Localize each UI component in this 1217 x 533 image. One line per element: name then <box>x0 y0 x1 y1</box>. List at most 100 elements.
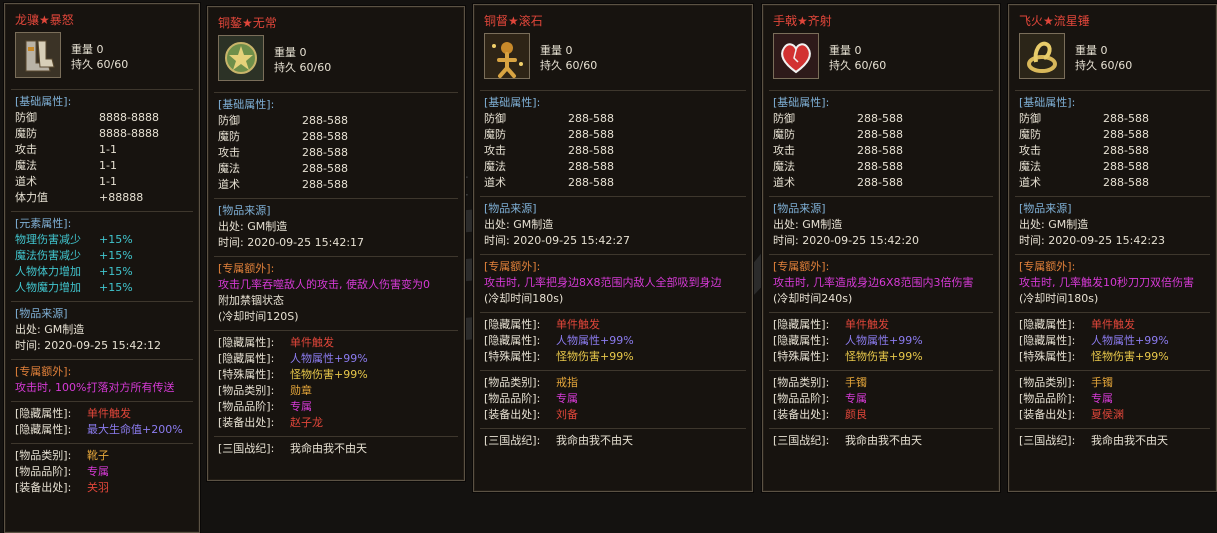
durability-stat: 持久 60/60 <box>1075 59 1133 72</box>
durability-stat: 持久 60/60 <box>71 58 129 71</box>
attr-value: 288-588 <box>302 114 348 127</box>
divider <box>1015 428 1210 429</box>
attr-row: 魔法 1-1 <box>15 158 189 174</box>
hidden-row: [隐藏属性]: 人物属性+99% <box>218 351 454 367</box>
info-label: [装备出处]: <box>484 408 541 421</box>
extra-text: 攻击几率吞噬敌人的攻击, 使敌人伤害变为0 <box>218 278 430 291</box>
element-name: 物理伤害减少 <box>15 233 81 246</box>
info-row: [装备出处]: 夏侯渊 <box>1019 407 1206 423</box>
attr-name: 道术 <box>218 178 240 191</box>
attr-row: 魔防 8888-8888 <box>15 126 189 142</box>
weight-stat: 重量 0 <box>274 46 307 59</box>
hidden-label: [特殊属性]: <box>773 350 830 363</box>
divider <box>214 198 458 199</box>
attr-row: 防御 288-588 <box>218 113 454 129</box>
attr-name: 魔法 <box>15 159 37 172</box>
info-value: 戒指 <box>556 376 578 389</box>
hidden-value: 单件触发 <box>1091 318 1135 331</box>
element-value: +15% <box>99 249 133 262</box>
info-value: 勋章 <box>290 384 312 397</box>
attr-name: 魔防 <box>484 128 506 141</box>
extra-label: [专属额外]: <box>1019 260 1076 273</box>
weight-stat: 重量 0 <box>540 44 573 57</box>
attr-value: 288-588 <box>857 144 903 157</box>
extra-label: [专属额外]: <box>773 260 830 273</box>
origin-text: 出处: GM制造 <box>484 218 554 231</box>
element-name: 人物体力增加 <box>15 265 81 278</box>
base-attr-label: [基础属性]: <box>15 95 72 108</box>
attr-row: 防御 288-588 <box>484 111 742 127</box>
divider <box>1015 312 1210 313</box>
weight-stat: 重量 0 <box>71 43 104 56</box>
divider <box>214 92 458 93</box>
divider <box>11 401 193 402</box>
attr-value: +88888 <box>99 191 144 204</box>
info-label: [物品品阶]: <box>15 465 72 478</box>
attr-name: 攻击 <box>1019 144 1041 157</box>
origin-text: 出处: GM制造 <box>1019 218 1089 231</box>
divider <box>214 330 458 331</box>
attr-value: 288-588 <box>1103 144 1149 157</box>
hidden-label: [隐藏属性]: <box>218 336 275 349</box>
info-value: 手镯 <box>1091 376 1113 389</box>
divider <box>480 90 746 91</box>
info-value: 专属 <box>290 400 312 413</box>
attr-value: 288-588 <box>568 144 614 157</box>
hidden-row: [隐藏属性]: 单件触发 <box>484 317 742 333</box>
attr-row: 攻击 288-588 <box>773 143 989 159</box>
hidden-row: [隐藏属性]: 单件触发 <box>1019 317 1206 333</box>
boots-icon <box>15 32 61 78</box>
info-row: [物品品阶]: 专属 <box>484 391 742 407</box>
info-row: [物品类别]: 勋章 <box>218 383 454 399</box>
hidden-label: [隐藏属性]: <box>484 318 541 331</box>
hidden-label: [隐藏属性]: <box>218 352 275 365</box>
item-tooltip-card: 铜督★滚石 重量 0 持久 60/60 [基础属性]: 防御 288-588 魔防… <box>473 4 753 492</box>
cooldown-text: (冷却时间180s) <box>1019 292 1099 305</box>
heart-bracelet-icon <box>773 33 819 79</box>
hidden-value: 单件触发 <box>556 318 600 331</box>
attr-value: 288-588 <box>857 112 903 125</box>
attr-row: 攻击 288-588 <box>1019 143 1206 159</box>
divider <box>769 370 993 371</box>
attr-value: 8888-8888 <box>99 111 159 124</box>
medal-icon <box>218 35 264 81</box>
hidden-row: [隐藏属性]: 最大生命值+200% <box>15 422 189 438</box>
extra-text: 攻击时, 几率把身边8X8范围内敌人全部吸到身边 <box>484 276 722 289</box>
info-row: [物品类别]: 靴子 <box>15 448 189 464</box>
attr-name: 魔法 <box>1019 160 1041 173</box>
hidden-value: 怪物伤害+99% <box>1091 350 1169 363</box>
item-tooltip-card: 手戟★齐射 重量 0 持久 60/60 [基础属性]: 防御 288-588 魔防… <box>762 4 1000 492</box>
info-label: [物品类别]: <box>218 384 275 397</box>
base-attr-label: [基础属性]: <box>218 98 275 111</box>
divider <box>11 301 193 302</box>
element-row: 人物魔力增加 +15% <box>15 280 189 296</box>
attr-value: 288-588 <box>1103 160 1149 173</box>
durability-stat: 持久 60/60 <box>274 61 332 74</box>
info-row: [物品品阶]: 专属 <box>1019 391 1206 407</box>
hidden-row: [隐藏属性]: 单件触发 <box>15 406 189 422</box>
item-title: 铜督★滚石 <box>484 14 543 28</box>
cooldown-text: (冷却时间120S) <box>218 310 299 323</box>
ring-icon <box>484 33 530 79</box>
element-value: +15% <box>99 265 133 278</box>
attr-value: 1-1 <box>99 159 117 172</box>
attr-row: 攻击 1-1 <box>15 142 189 158</box>
info-row: [装备出处]: 刘备 <box>484 407 742 423</box>
info-value: 手镯 <box>845 376 867 389</box>
attr-row: 攻击 288-588 <box>218 145 454 161</box>
attr-row: 道术 288-588 <box>773 175 989 191</box>
base-attr-label: [基础属性]: <box>484 96 541 109</box>
item-title: 手戟★齐射 <box>773 14 832 28</box>
info-row: [物品类别]: 手镯 <box>773 375 989 391</box>
attr-name: 魔法 <box>773 160 795 173</box>
divider <box>769 312 993 313</box>
info-label: [物品品阶]: <box>1019 392 1076 405</box>
divider <box>214 256 458 257</box>
attr-row: 魔法 288-588 <box>218 161 454 177</box>
attr-row: 魔法 288-588 <box>484 159 742 175</box>
hidden-row: [隐藏属性]: 人物属性+99% <box>773 333 989 349</box>
attr-row: 道术 288-588 <box>218 177 454 193</box>
attr-value: 288-588 <box>568 128 614 141</box>
hidden-value: 怪物伤害+99% <box>556 350 634 363</box>
divider <box>480 254 746 255</box>
